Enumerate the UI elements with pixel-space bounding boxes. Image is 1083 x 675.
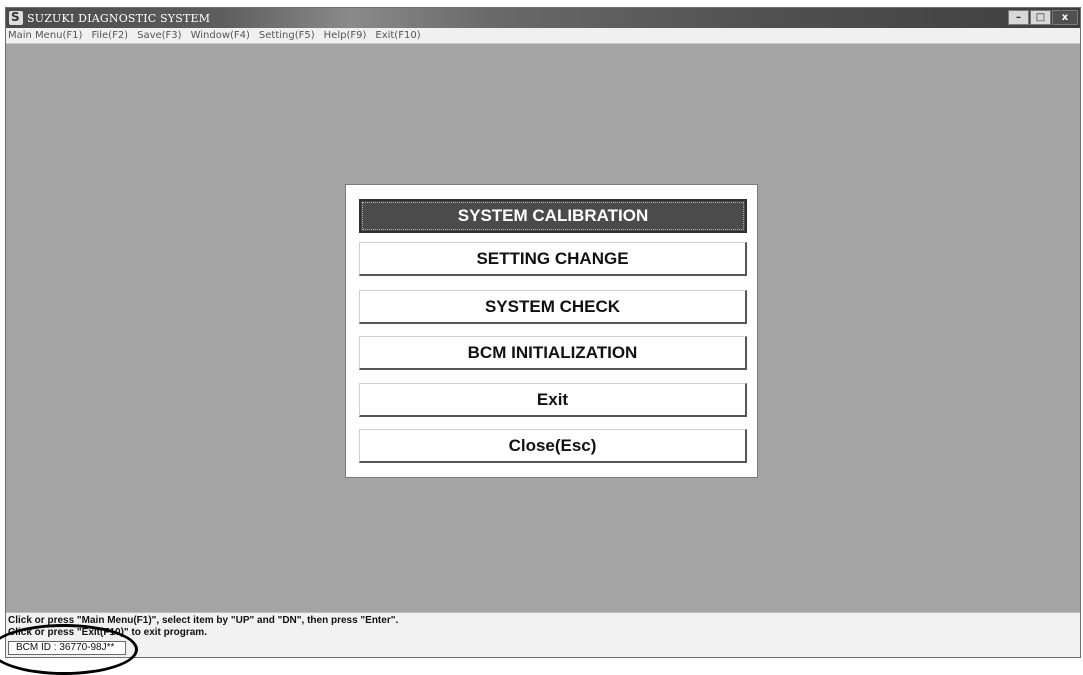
minimize-button[interactable]: – [1008,10,1029,25]
status-hint-line1: Click or press "Main Menu(F1)", select i… [8,615,399,626]
menu-main-menu[interactable]: Main Menu(F1) [8,30,82,41]
menu-save[interactable]: Save(F3) [137,30,181,41]
system-check-button[interactable]: SYSTEM CHECK [359,290,747,324]
title-bar[interactable]: SUZUKI DIAGNOSTIC SYSTEM – □ x [6,8,1080,28]
menu-window[interactable]: Window(F4) [191,30,250,41]
menu-file[interactable]: File(F2) [91,30,128,41]
menu-exit[interactable]: Exit(F10) [375,30,420,41]
suzuki-logo-icon [9,10,23,25]
window-controls: – □ x [1008,10,1078,25]
setting-change-button[interactable]: SETTING CHANGE [359,242,747,276]
menu-bar: Main Menu(F1) File(F2) Save(F3) Window(F… [6,28,1080,44]
menu-setting[interactable]: Setting(F5) [259,30,315,41]
main-menu-dialog: SYSTEM CALIBRATION SETTING CHANGE SYSTEM… [345,184,758,478]
window-title: SUZUKI DIAGNOSTIC SYSTEM [27,11,211,25]
exit-button[interactable]: Exit [359,383,747,417]
system-calibration-button[interactable]: SYSTEM CALIBRATION [359,199,747,233]
close-esc-button[interactable]: Close(Esc) [359,429,747,463]
status-bar: Click or press "Main Menu(F1)", select i… [6,612,1080,657]
menu-help[interactable]: Help(F9) [324,30,367,41]
app-window: SUZUKI DIAGNOSTIC SYSTEM – □ x Main Menu… [5,7,1081,658]
bcm-id-field: BCM ID : 36770-98J** [8,641,126,655]
close-window-button[interactable]: x [1052,10,1078,25]
client-area: SYSTEM CALIBRATION SETTING CHANGE SYSTEM… [6,45,1080,612]
bcm-initialization-button[interactable]: BCM INITIALIZATION [359,336,747,370]
maximize-button[interactable]: □ [1030,10,1051,25]
status-hint-line2: Click or press "Exit(F10)" to exit progr… [8,627,207,638]
